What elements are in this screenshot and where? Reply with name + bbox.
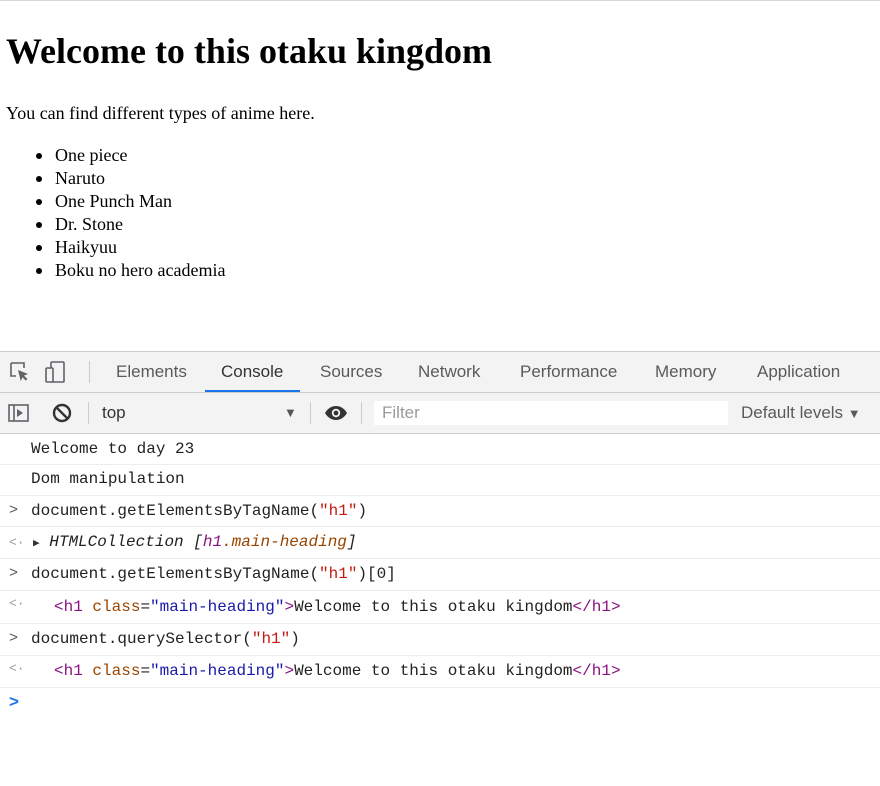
tab-application[interactable]: Application	[757, 352, 840, 392]
toolbar-divider	[89, 361, 90, 383]
log-text: Dom manipulation	[31, 470, 185, 488]
tab-console[interactable]: Console	[204, 352, 301, 392]
console-log-line: Welcome to day 23	[0, 434, 880, 465]
anime-list-item: One Punch Man	[0, 190, 225, 213]
console-output: Welcome to day 23 Dom manipulation > doc…	[0, 434, 880, 718]
eye-icon[interactable]	[324, 401, 348, 425]
web-page: Welcome to this otaku kingdom You can fi…	[0, 0, 880, 352]
command-text: document.getElementsByTagName("h1")	[31, 502, 368, 520]
toolbar-divider	[361, 402, 362, 424]
context-selector[interactable]: top	[102, 393, 126, 433]
tab-network[interactable]: Network	[418, 352, 480, 392]
result-arrow-icon: <·	[9, 661, 25, 676]
dropdown-arrow-icon: ▼	[847, 406, 861, 421]
tab-elements[interactable]: Elements	[116, 352, 187, 392]
result-arrow-icon: <·	[9, 535, 25, 550]
toolbar-divider	[310, 402, 311, 424]
log-text: Welcome to day 23	[31, 440, 195, 458]
console-command-line: > document.getElementsByTagName("h1")[0]	[0, 559, 880, 591]
result-arrow-icon: <·	[9, 596, 25, 611]
sidebar-toggle-icon[interactable]	[7, 401, 31, 425]
result-element[interactable]: <h1 class="main-heading">Welcome to this…	[54, 598, 621, 616]
result-text[interactable]: ▶ HTMLCollection [h1.main-heading]	[33, 533, 357, 551]
prompt-chevron-icon: >	[9, 502, 19, 519]
devtools-tab-bar: Elements Console Sources Network Perform…	[0, 352, 880, 393]
clear-console-icon[interactable]	[50, 401, 74, 425]
inspect-element-icon[interactable]	[8, 360, 32, 384]
command-text: document.getElementsByTagName("h1")[0]	[31, 565, 396, 583]
toolbar-divider	[88, 402, 89, 424]
tab-sources[interactable]: Sources	[320, 352, 382, 392]
console-command-line: > document.querySelector("h1")	[0, 624, 880, 656]
dropdown-arrow-icon[interactable]: ▼	[284, 393, 297, 433]
command-text: document.querySelector("h1")	[31, 630, 300, 648]
anime-list-item: Haikyuu	[0, 236, 225, 259]
prompt-chevron-icon: >	[9, 565, 19, 582]
page-heading: Welcome to this otaku kingdom	[6, 31, 493, 71]
console-result-line[interactable]: <· <h1 class="main-heading">Welcome to t…	[0, 591, 880, 624]
console-result-line[interactable]: <· <h1 class="main-heading">Welcome to t…	[0, 656, 880, 688]
tab-performance[interactable]: Performance	[520, 352, 617, 392]
expand-triangle-icon: ▶	[33, 538, 40, 550]
console-filter-input[interactable]	[374, 401, 728, 425]
anime-list: One piece Naruto One Punch Man Dr. Stone…	[0, 144, 225, 282]
log-levels-label: Default levels	[741, 403, 844, 422]
tab-memory[interactable]: Memory	[655, 352, 716, 392]
device-toolbar-icon[interactable]	[44, 360, 68, 384]
console-result-line[interactable]: <· ▶ HTMLCollection [h1.main-heading]	[0, 527, 880, 559]
anime-list-item: Dr. Stone	[0, 213, 225, 236]
prompt-caret-icon: >	[9, 692, 19, 711]
page-paragraph: You can find different types of anime he…	[6, 103, 315, 123]
console-command-line: > document.getElementsByTagName("h1")	[0, 496, 880, 527]
anime-list-item: One piece	[0, 144, 225, 167]
prompt-chevron-icon: >	[9, 630, 19, 647]
console-toolbar: top ▼ Default levels ▼	[0, 393, 880, 434]
devtools-panel: Elements Console Sources Network Perform…	[0, 351, 880, 786]
console-input-line[interactable]: >	[0, 688, 880, 718]
console-log-line: Dom manipulation	[0, 465, 880, 496]
result-element[interactable]: <h1 class="main-heading">Welcome to this…	[54, 662, 621, 680]
log-levels-dropdown[interactable]: Default levels ▼	[741, 393, 861, 433]
anime-list-item: Naruto	[0, 167, 225, 190]
anime-list-item: Boku no hero academia	[0, 259, 225, 282]
